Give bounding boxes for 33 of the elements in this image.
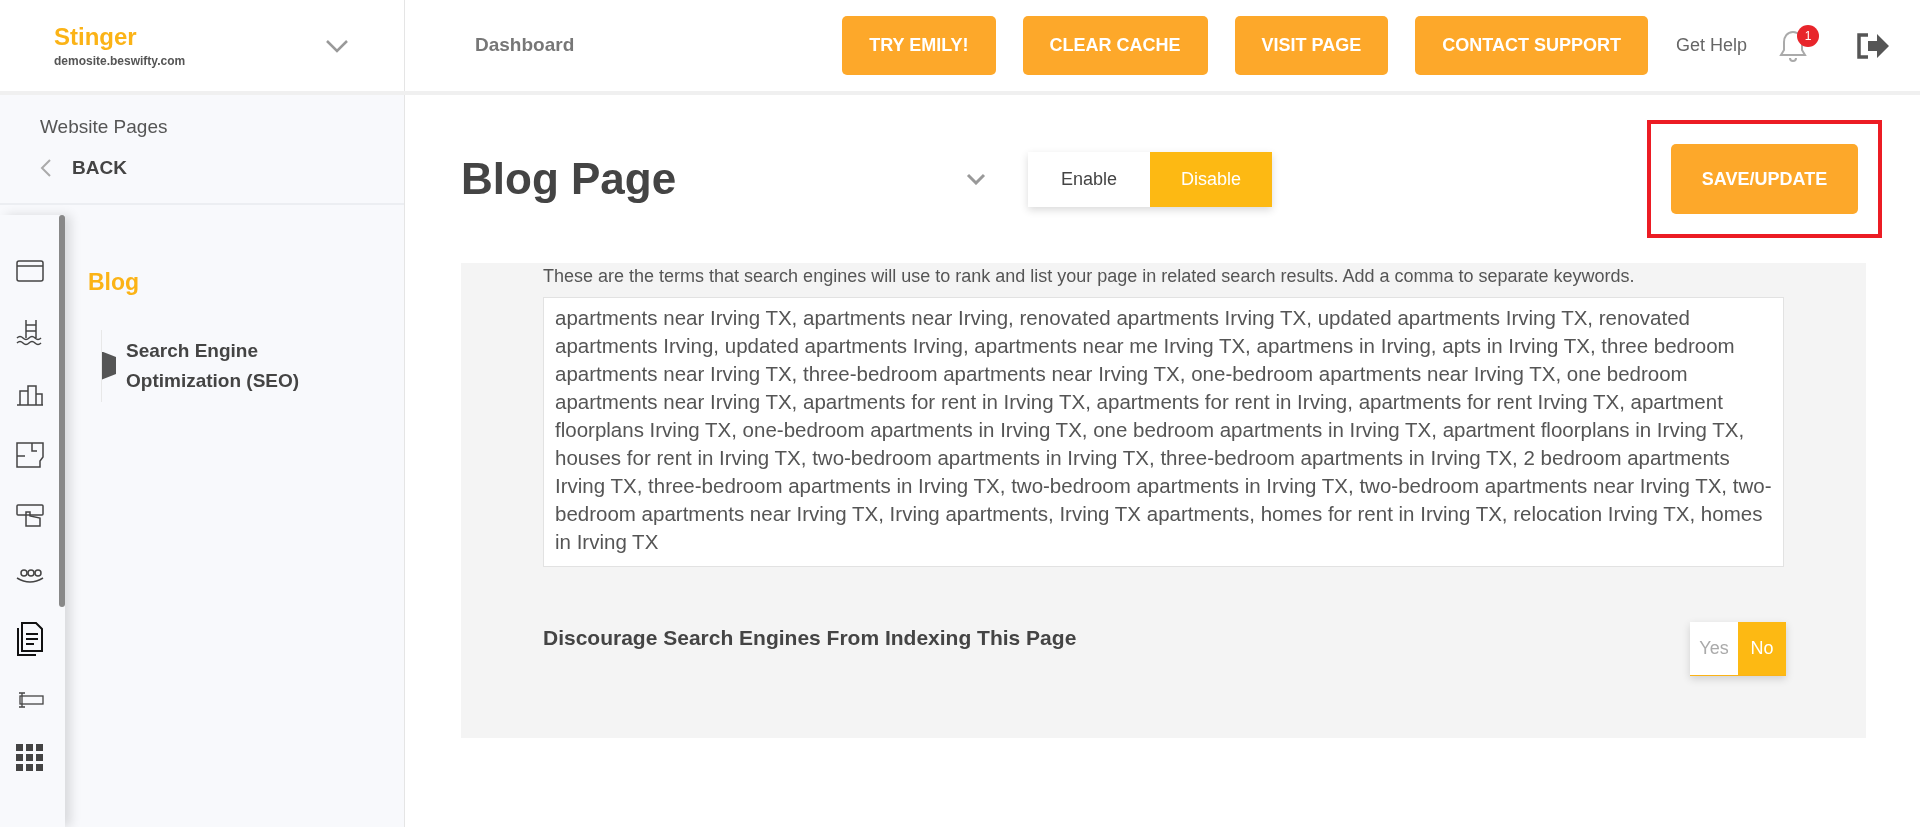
dashboard-link[interactable]: Dashboard bbox=[475, 31, 575, 60]
pool-icon[interactable] bbox=[15, 318, 44, 346]
header-button[interactable]: CONTACT SUPPORT bbox=[1415, 16, 1648, 75]
header-button[interactable]: TRY EMILY! bbox=[842, 16, 996, 75]
chevron-down-icon[interactable] bbox=[325, 38, 349, 53]
notification-badge: 1 bbox=[1797, 24, 1819, 47]
get-help-link[interactable]: Get Help bbox=[1675, 32, 1747, 59]
logout-icon[interactable] bbox=[1854, 30, 1890, 61]
site-domain: demosite.beswifty.com bbox=[54, 52, 186, 70]
discourage-label: Discourage Search Engines From Indexing This Page bbox=[543, 625, 1077, 651]
page-title: Blog Page bbox=[461, 153, 678, 205]
section-title: Blog bbox=[88, 268, 141, 297]
chevron-left-icon bbox=[40, 157, 52, 178]
toggle-option[interactable]: No bbox=[1738, 622, 1786, 675]
bell-icon[interactable] bbox=[1777, 28, 1809, 63]
header-button[interactable]: CLEAR CACHE bbox=[1022, 16, 1208, 75]
section-heading: Website Pages bbox=[40, 115, 169, 139]
save-update-button[interactable]: SAVE/UPDATE bbox=[1671, 144, 1858, 214]
brand-name: Stinger bbox=[54, 21, 138, 52]
toggle-option[interactable]: Disable bbox=[1150, 151, 1272, 207]
keywords-field[interactable]: apartments near Irving TX, apartments near Irving, renovated apartments Irving TX, updated apartments Irving TX, renovated apartments Irving, updated apartments Irving, apartments near me Irving TX, apartmens in Irving, apts in Irving TX, three bedroom apartments near Irving TX, three-bedroom apartments near Irving TX, one-bedroom apartments near Irving TX, one bedroom apartments near Irving TX, apartments for rent in Irving TX, apartments for rent in Irving, apartments for rent Irving TX, apartment floorplans Irving TX, one-bedroom apartments in Irving TX, one bedroom apartments in Irving TX, apartment floorplans in Irving TX, houses for rent in Irving TX, two-bedroom apartments in Irving TX, three-bedroom apartments in Irving TX, 2 bedroom apartments Irving TX, three-bedroom apartments in Irving TX, two-bedroom apartments in Irving TX, two-bedroom apartments near Irving TX, two-bedroom apartments near Irving TX, Irving apartments, Irving TX apartments, homes for rent in Irving TX, relocation Irving TX, homes in Irving TX bbox=[543, 297, 1784, 567]
toggle-option[interactable]: Yes bbox=[1690, 622, 1738, 675]
back-label: BACK bbox=[72, 155, 127, 180]
grid-icon[interactable] bbox=[15, 744, 44, 772]
browser-window-icon[interactable] bbox=[15, 260, 44, 282]
chevron-down-icon[interactable] bbox=[966, 173, 986, 185]
sidebar-item[interactable]: Search Engine Optimization (SEO) bbox=[101, 329, 351, 402]
document-icon[interactable] bbox=[15, 622, 44, 656]
back-link[interactable]: BACK bbox=[40, 153, 404, 182]
floorplan-icon[interactable] bbox=[15, 442, 44, 468]
toggle-option[interactable]: Enable bbox=[1028, 151, 1150, 207]
keywords-hint: These are the terms that search engines will use to rank and list your page in related search results. Add a comma to separate keywords. bbox=[543, 265, 1636, 287]
header-button[interactable]: VISIT PAGE bbox=[1234, 16, 1389, 75]
